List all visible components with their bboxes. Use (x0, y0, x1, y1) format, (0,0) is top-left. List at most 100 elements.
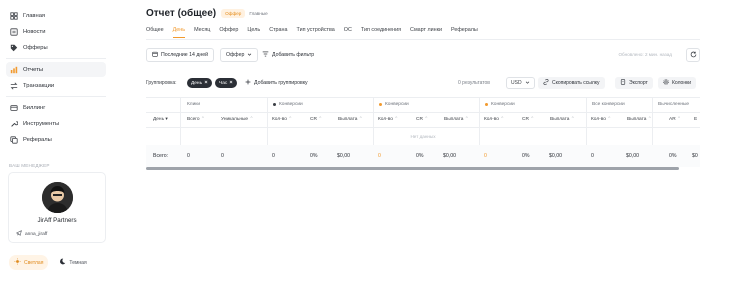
chevron-down-icon (247, 52, 252, 59)
column-header-payout[interactable]: Выплата ⌃ (444, 112, 469, 127)
column-header-cr[interactable]: CR ⌃ (310, 112, 322, 127)
table-row-totals: Всего: 0 0 0 0% $0,00 0 0% $0,00 0 0% $0… (146, 145, 700, 167)
manager-telegram-link[interactable]: anna_jiraff (15, 230, 48, 238)
period-selector[interactable]: Последние 14 дней (146, 48, 215, 62)
main-badge[interactable]: Главные (249, 11, 267, 16)
status-dot (273, 103, 276, 106)
column-header-payout[interactable]: Выплата ⌃ (338, 112, 363, 127)
column-header-count[interactable]: Кол-во ⌃ (484, 112, 504, 127)
telegram-icon (15, 230, 22, 238)
sidebar-item-label: Инструменты (23, 120, 60, 127)
column-header-day[interactable]: День ▾ (153, 112, 168, 127)
sidebar-item-billing[interactable]: Биллинг (6, 100, 106, 115)
theme-dark-label: Темная (69, 259, 87, 266)
total-cell: $0,00 (626, 153, 639, 159)
column-header-cr[interactable]: CR ⌃ (522, 112, 534, 127)
currency-select[interactable]: USD (506, 77, 535, 89)
tab-os[interactable]: ОС (344, 26, 352, 38)
tab-connection-type[interactable]: Тип соединения (361, 26, 401, 38)
sidebar-item-label: Транзакции (23, 82, 55, 89)
sidebar-item-tools[interactable]: Инструменты (6, 116, 106, 131)
tab-day[interactable]: День (172, 26, 186, 38)
tab-referrals[interactable]: Рефералы (451, 26, 478, 38)
group-header-conversions: Конверсии (374, 97, 409, 112)
total-cell: 0 (591, 153, 594, 159)
chart-icon (9, 65, 18, 74)
home-icon (9, 11, 18, 20)
theme-light-button[interactable]: Светлая (9, 255, 49, 270)
total-cell: 0% (310, 153, 318, 159)
report-tabs: Общее День Месяц Оффер Цель Страна Тип у… (146, 26, 487, 38)
sidebar-item-reports[interactable]: Отчеты (6, 62, 106, 77)
sidebar-item-label: Офферы (23, 44, 48, 51)
column-header-total[interactable]: Всего ⌃ (187, 112, 205, 127)
tab-goal[interactable]: Цель (247, 26, 260, 38)
columns-button[interactable]: Колонки (658, 77, 697, 89)
theme-switcher: Светлая Темная (9, 255, 92, 270)
copy-link-button[interactable]: Скопировать ссылку (538, 77, 605, 89)
report-table: Клики Конверсии Конверсии Конверсии Все … (146, 97, 700, 173)
sidebar-item-transactions[interactable]: Транзакции (6, 78, 106, 93)
add-filter-button[interactable]: Добавить фильтр (262, 48, 314, 62)
total-cell: $0 (692, 153, 698, 159)
group-header-label: Вычисленные (658, 102, 690, 107)
sun-icon (14, 258, 21, 267)
manager-link-label: anna_jiraff (25, 231, 48, 237)
close-icon[interactable] (229, 80, 233, 86)
add-grouping-label: Добавить группировку (254, 80, 308, 86)
news-icon (9, 27, 18, 36)
horizontal-scrollbar[interactable] (146, 167, 679, 170)
offer-select[interactable]: Оффер (220, 48, 259, 62)
column-header-unique[interactable]: Уникальные ⌃ (221, 112, 253, 127)
tab-country[interactable]: Страна (269, 26, 287, 38)
sidebar-item-offers[interactable]: Офферы (6, 40, 106, 55)
manager-section-title: ВАШ МЕНЕДЖЕР (9, 163, 50, 168)
total-cell: 0 (378, 153, 381, 159)
export-button[interactable]: Экспорт (615, 77, 653, 89)
column-header-extra[interactable]: E (694, 112, 697, 127)
tab-offer[interactable]: Оффер (219, 26, 238, 38)
column-header-payout[interactable]: Выплата ⌃ (627, 112, 652, 127)
sidebar-item-referrals[interactable]: Рефералы (6, 132, 106, 147)
filter-icon (262, 51, 269, 59)
export-label: Экспорт (629, 80, 648, 86)
refresh-icon (690, 51, 697, 60)
export-icon (620, 79, 626, 87)
column-header-count[interactable]: Кол-во ⌃ (272, 112, 292, 127)
group-header-conversions: Конверсии (268, 97, 303, 112)
column-header-ar[interactable]: AR ⌃ (669, 112, 681, 127)
sidebar-item-label: Отчеты (23, 66, 44, 73)
sidebar-item-home[interactable]: Главная (6, 8, 106, 23)
tab-general[interactable]: Общее (146, 26, 164, 38)
column-header-count[interactable]: Кол-во ⌃ (591, 112, 611, 127)
theme-dark-button[interactable]: Темная (54, 255, 91, 270)
gear-icon (663, 79, 669, 87)
total-cell: $0,00 (443, 153, 456, 159)
filters-bar: Последние 14 дней Оффер Добавить фильтр … (146, 48, 700, 64)
main-content: Отчет (общее) Оффер Главные Общее День М… (146, 0, 730, 295)
sidebar-item-label: Главная (23, 12, 46, 19)
group-header-label: Конверсии (385, 102, 409, 107)
group-header-label: Все конверсии (592, 102, 625, 107)
total-cell: 0% (522, 153, 530, 159)
add-grouping-button[interactable]: Добавить группировку (245, 79, 308, 87)
group-header-clicks: Клики (182, 97, 200, 112)
tab-device-type[interactable]: Тип устройства (297, 26, 335, 38)
status-dot (379, 103, 382, 106)
theme-light-label: Светлая (24, 259, 44, 266)
column-header-payout[interactable]: Выплата ⌃ (550, 112, 575, 127)
group-header-label: Конверсии (491, 102, 515, 107)
grouping-chip-day[interactable]: День (187, 78, 213, 88)
grouping-chip-hour[interactable]: Час (215, 78, 238, 88)
offer-badge[interactable]: Оффер (221, 9, 246, 18)
sidebar-item-news[interactable]: Новости (6, 24, 106, 39)
close-icon[interactable] (204, 80, 208, 86)
tab-smart-links[interactable]: Смарт линки (410, 26, 442, 38)
billing-icon (9, 103, 18, 112)
column-header-count[interactable]: Кол-во ⌃ (378, 112, 398, 127)
status-dot (485, 103, 488, 106)
chip-label: Час (219, 80, 228, 86)
refresh-button[interactable] (686, 48, 700, 62)
tab-month[interactable]: Месяц (194, 26, 210, 38)
column-header-cr[interactable]: CR ⌃ (416, 112, 428, 127)
